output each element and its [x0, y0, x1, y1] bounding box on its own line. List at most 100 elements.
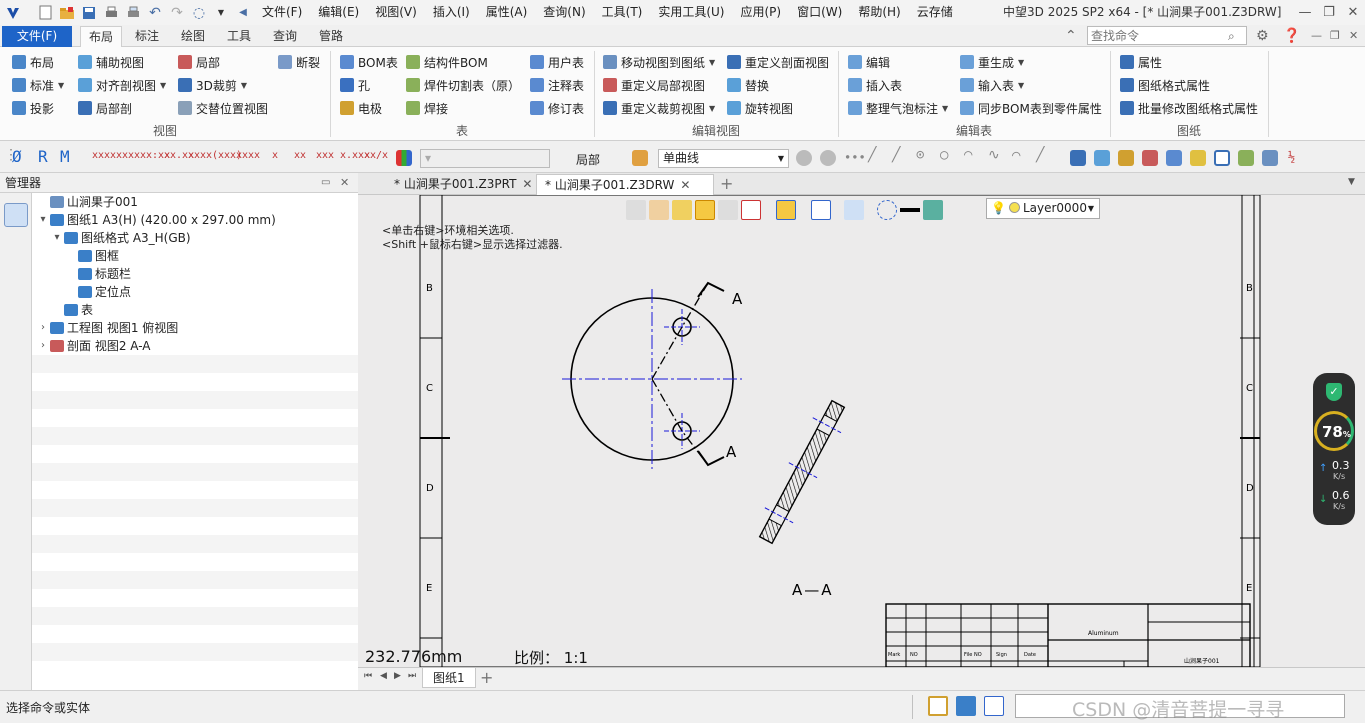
note-table-button[interactable]: 注释表 — [530, 75, 584, 95]
tree-item[interactable]: ▾ 图纸1 A3(H) (420.00 x 297.00 mm) — [32, 211, 358, 229]
tree-item[interactable]: › 工程图 视图1 俯视图 — [32, 319, 358, 337]
command-search-input[interactable] — [1087, 26, 1247, 45]
fraction-icon[interactable]: ½ — [1288, 150, 1295, 166]
menu-window[interactable]: 窗口(W) — [789, 0, 850, 25]
sheet-properties-button[interactable]: 属性 — [1120, 52, 1162, 72]
diameter-icon[interactable]: Ø — [12, 147, 22, 166]
menu-cloud[interactable]: 云存储 — [909, 0, 961, 25]
frame-icon[interactable] — [1214, 150, 1230, 166]
view-icon-4[interactable] — [1142, 150, 1158, 166]
menu-edit[interactable]: 编辑(E) — [310, 0, 367, 25]
display-mode-icon[interactable] — [776, 199, 796, 220]
rebuild-icon[interactable]: ◌ — [188, 2, 210, 24]
menu-apps[interactable]: 应用(P) — [733, 0, 790, 25]
electrode-table-button[interactable]: 电极 — [340, 98, 382, 118]
replace-button[interactable]: 替换 — [727, 75, 769, 95]
batch-modify-format-button[interactable]: 批量修改图纸格式属性 — [1120, 98, 1258, 118]
next-sheet-icon[interactable]: ▶ — [394, 671, 401, 681]
menu-collapse-icon[interactable]: ◀ — [232, 2, 254, 24]
import-table-button[interactable]: 输入表 ▼ — [960, 75, 1024, 95]
radius-icon[interactable]: R — [38, 147, 48, 166]
prev-sheet-icon[interactable]: ◀ — [380, 671, 387, 681]
format-xxxx-b-icon[interactable]: xxxx — [116, 150, 140, 166]
filter-color-icon[interactable] — [396, 150, 412, 166]
detail-view-button[interactable]: 局部 — [178, 52, 220, 72]
drawing-sheet[interactable]: B C D E B C D E A A A—A Aluminum 山涧果子001… — [358, 195, 1365, 667]
drawing-canvas[interactable]: B C D E B C D E A A A—A Aluminum 山涧果子001… — [358, 195, 1365, 667]
close-icon[interactable]: ✕ — [522, 177, 532, 191]
list-icon[interactable] — [984, 696, 1004, 716]
redo-icon[interactable]: ↷ — [166, 2, 188, 24]
doc-tab-part[interactable]: * 山涧果子001.Z3PRT ✕ — [386, 174, 540, 195]
layer-select[interactable]: 💡 Layer0000 ▼ — [986, 198, 1100, 219]
network-widget[interactable]: ✓ 78% ↑ 0.3 K/s ↓ 0.6 K/s — [1313, 373, 1355, 525]
format-xxxx-icon[interactable]: xxxx — [92, 150, 116, 166]
menu-utilities[interactable]: 实用工具(U) — [650, 0, 732, 25]
print-icon[interactable] — [100, 2, 122, 24]
sync-bom-button[interactable]: 同步BOM表到零件属性 — [960, 98, 1102, 118]
format-box-icon[interactable]: xxxx — [188, 150, 212, 166]
aligned-section-button[interactable]: 对齐剖视图 ▼ — [78, 75, 166, 95]
tab-query[interactable]: 查询 — [264, 26, 306, 47]
sheet-icon[interactable] — [1262, 150, 1278, 166]
sheet-format-properties-button[interactable]: 图纸格式属性 — [1120, 75, 1210, 95]
menu-help[interactable]: 帮助(H) — [850, 0, 908, 25]
last-sheet-icon[interactable]: ⏭ — [408, 671, 416, 681]
expand-toggle-icon[interactable]: › — [36, 337, 50, 355]
user-table-button[interactable]: 用户表 — [530, 52, 584, 72]
menu-query[interactable]: 查询(N) — [535, 0, 593, 25]
line-segment-icon[interactable]: ╱ — [892, 147, 900, 163]
tab-piping[interactable]: 管路 — [310, 26, 352, 47]
format-underline-icon[interactable]: xxxx — [236, 150, 260, 166]
broken-section-button[interactable]: 局部剖 — [78, 98, 132, 118]
circle-icon[interactable]: ○ — [940, 147, 948, 163]
tab-annotation[interactable]: 标注 — [126, 26, 168, 47]
dotted-circle-icon[interactable] — [877, 199, 897, 220]
new-file-icon[interactable] — [34, 2, 56, 24]
menu-tools[interactable]: 工具(T) — [594, 0, 651, 25]
precision-0-icon[interactable]: x — [272, 150, 278, 166]
break-view-button[interactable]: 断裂 — [278, 52, 320, 72]
tab-layout[interactable]: 布局 — [80, 26, 122, 47]
bom-table-button[interactable]: BOM表 — [340, 52, 398, 72]
tab-drawing[interactable]: 绘图 — [172, 26, 214, 47]
render-mode-icon[interactable] — [695, 199, 715, 220]
line-style-icon[interactable] — [900, 199, 920, 220]
alternate-position-button[interactable]: 交替位置视图 — [178, 98, 268, 118]
display-icon[interactable] — [956, 696, 976, 716]
expand-toggle-icon[interactable]: ▾ — [50, 229, 64, 247]
menu-insert[interactable]: 插入(I) — [425, 0, 478, 25]
history-manager-icon[interactable] — [4, 203, 28, 227]
ribbon-restore-icon[interactable]: ❐ — [1330, 25, 1340, 47]
grid-icon[interactable] — [741, 199, 761, 220]
gear-snap-icon[interactable] — [796, 150, 812, 166]
move-view-to-sheet-button[interactable]: 移动视图到图纸 ▼ — [603, 52, 715, 72]
open-folder-icon[interactable] — [56, 2, 78, 24]
tree-item[interactable]: › 剖面 视图2 A-A — [32, 337, 358, 355]
layout-button[interactable]: 布局 — [12, 52, 54, 72]
precision-1-icon[interactable]: xx — [294, 150, 306, 166]
first-sheet-icon[interactable]: ⏮ — [364, 671, 372, 681]
play-icon[interactable] — [820, 150, 836, 166]
view-icon-1[interactable] — [1070, 150, 1086, 166]
layer-icon[interactable] — [1238, 150, 1254, 166]
ribbon-minimize-icon[interactable]: — — [1311, 25, 1322, 47]
aux-view-button[interactable]: 辅助视图 — [78, 52, 144, 72]
3d-clip-button[interactable]: 3D裁剪 ▼ — [178, 75, 247, 95]
pin-icon[interactable]: ▭ — [321, 173, 330, 193]
view-icon-2[interactable] — [1094, 150, 1110, 166]
magic-wand-icon[interactable] — [718, 199, 738, 220]
edit-table-button[interactable]: 编辑 — [848, 52, 890, 72]
tab-tools[interactable]: 工具 — [218, 26, 260, 47]
print-preview-icon[interactable] — [122, 2, 144, 24]
view-icon-3[interactable] — [1118, 150, 1134, 166]
tab-file[interactable]: 文件(F) — [2, 26, 72, 47]
arc-icon[interactable]: ◠ — [964, 147, 972, 163]
manager-close-icon[interactable]: ✕ — [340, 173, 349, 193]
redefine-detail-view-button[interactable]: 重定义局部视图 — [603, 75, 705, 95]
standard-view-button[interactable]: 标准 ▼ — [12, 75, 64, 95]
tab-list-chevron-icon[interactable]: ▼ — [1348, 177, 1355, 187]
dimension-icon[interactable] — [811, 199, 831, 220]
ribbon-collapse-icon[interactable]: ⌃ — [1065, 25, 1077, 47]
revision-table-button[interactable]: 修订表 — [530, 98, 584, 118]
